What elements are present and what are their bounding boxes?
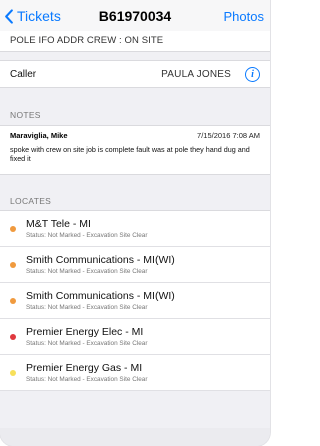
caller-label: Caller: [10, 68, 37, 80]
locate-name: Smith Communications - MI(WI): [26, 289, 175, 302]
status-dot-icon: [10, 225, 16, 232]
locate-status: Status: Not Marked - Excavation Site Cle…: [26, 375, 148, 383]
locate-name: Premier Energy Elec - MI: [26, 325, 144, 338]
back-button-label: Tickets: [17, 8, 61, 24]
note-item: Maraviglia, Mike 7/15/2016 7:08 AM spoke…: [0, 125, 270, 175]
locate-status: Status: Not Marked - Excavation Site Cle…: [26, 267, 148, 275]
locate-row[interactable]: Premier Energy Gas - MI Status: Not Mark…: [0, 355, 270, 391]
locate-row[interactable]: Smith Communications - MI(WI) Status: No…: [0, 247, 270, 283]
status-dot-icon: [10, 369, 16, 376]
locate-row[interactable]: M&T Tele - MI Status: Not Marked - Excav…: [0, 211, 270, 247]
status-dot-icon: [10, 333, 16, 340]
locate-text: M&T Tele - MI Status: Not Marked - Excav…: [26, 217, 148, 239]
back-button[interactable]: Tickets: [4, 8, 61, 24]
locate-name: Smith Communications - MI(WI): [26, 253, 175, 266]
status-dot-icon: [10, 261, 16, 268]
caller-row: Caller PAULA JONES i: [0, 60, 270, 88]
caller-value: PAULA JONES: [161, 68, 231, 80]
status-dot-icon: [10, 297, 16, 304]
notes-section-header: NOTES: [10, 110, 41, 120]
locate-text: Smith Communications - MI(WI) Status: No…: [26, 253, 175, 275]
locates-list: M&T Tele - MI Status: Not Marked - Excav…: [0, 210, 270, 391]
locate-text: Smith Communications - MI(WI) Status: No…: [26, 289, 175, 311]
locate-status: Status: Not Marked - Excavation Site Cle…: [26, 231, 148, 239]
ticket-info-line: POLE IFO ADDR CREW : ON SITE: [0, 31, 270, 52]
locate-text: Premier Energy Elec - MI Status: Not Mar…: [26, 325, 148, 347]
locate-row[interactable]: Smith Communications - MI(WI) Status: No…: [0, 283, 270, 319]
locate-status: Status: Not Marked - Excavation Site Cle…: [26, 339, 148, 347]
locate-row[interactable]: Premier Energy Elec - MI Status: Not Mar…: [0, 319, 270, 355]
navigation-bar: Tickets B61970034 Photos: [0, 0, 270, 32]
note-header: Maraviglia, Mike 7/15/2016 7:08 AM: [10, 131, 260, 140]
note-author: Maraviglia, Mike: [10, 131, 68, 140]
locate-status: Status: Not Marked - Excavation Site Cle…: [26, 303, 148, 311]
locate-name: M&T Tele - MI: [26, 217, 91, 230]
chevron-left-icon: [5, 8, 13, 24]
note-date: 7/15/2016 7:08 AM: [197, 131, 260, 140]
info-icon[interactable]: i: [245, 66, 260, 82]
bottom-bar: [0, 428, 270, 446]
locates-section-header: LOCATES: [10, 196, 52, 206]
locate-text: Premier Energy Gas - MI Status: Not Mark…: [26, 361, 148, 383]
ticket-detail-screen: Tickets B61970034 Photos POLE IFO ADDR C…: [0, 0, 270, 446]
note-text: spoke with crew on site job is complete …: [10, 145, 250, 163]
locate-name: Premier Energy Gas - MI: [26, 361, 143, 374]
photos-button[interactable]: Photos: [224, 9, 264, 24]
